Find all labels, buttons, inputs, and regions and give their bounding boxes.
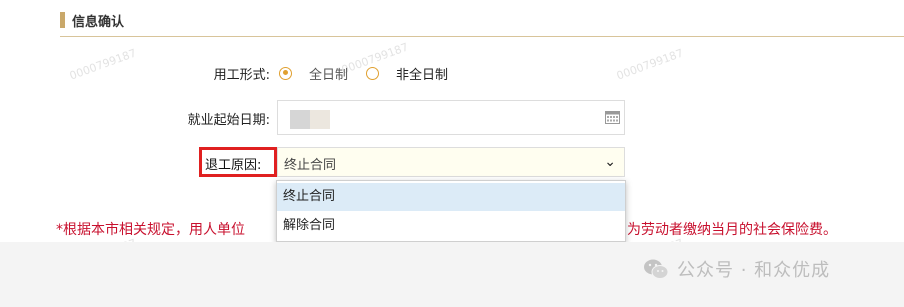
employment-type-label: 用工形式:: [213, 68, 270, 83]
watermark-text: 0000799187: [67, 46, 139, 83]
radio-fulltime-label[interactable]: 全日制: [309, 64, 348, 83]
redacted-date-value: [290, 110, 330, 129]
radio-parttime[interactable]: [366, 66, 380, 80]
calendar-icon[interactable]: [605, 110, 620, 124]
brand-text: 公众号 · 和众优成: [677, 260, 831, 281]
section-title: 信息确认: [72, 14, 125, 30]
radio-fulltime[interactable]: [279, 66, 292, 80]
watermark-text: 0000799187: [614, 46, 686, 83]
brand-watermark: 公众号 · 和众优成: [643, 256, 830, 282]
leave-reason-select[interactable]: 终止合同 ⌄: [277, 147, 625, 177]
employment-type-radio-group: 全日制 非全日制: [279, 64, 448, 83]
radio-parttime-label[interactable]: 非全日制: [396, 64, 448, 83]
dropdown-option-dissolve[interactable]: 解除合同: [277, 212, 625, 240]
wechat-icon: [644, 259, 669, 279]
leave-reason-selected-value: 终止合同: [284, 158, 337, 173]
notice-text-right: 为劳动者缴纳当月的社会保险费。: [627, 222, 837, 238]
leave-reason-dropdown: 终止合同 解除合同: [276, 180, 626, 242]
start-date-input[interactable]: [277, 100, 625, 135]
dropdown-option-terminate[interactable]: 终止合同: [277, 183, 625, 211]
section-header: 信息确认: [60, 8, 124, 32]
section-divider: [60, 36, 904, 37]
start-date-label: 就业起始日期:: [187, 113, 270, 128]
chevron-down-icon[interactable]: ⌄: [604, 154, 616, 170]
leave-reason-label: 退工原因:: [205, 158, 262, 173]
notice-text-left: *根据本市相关规定，用人单位: [56, 222, 245, 238]
section-marker: [60, 12, 65, 28]
